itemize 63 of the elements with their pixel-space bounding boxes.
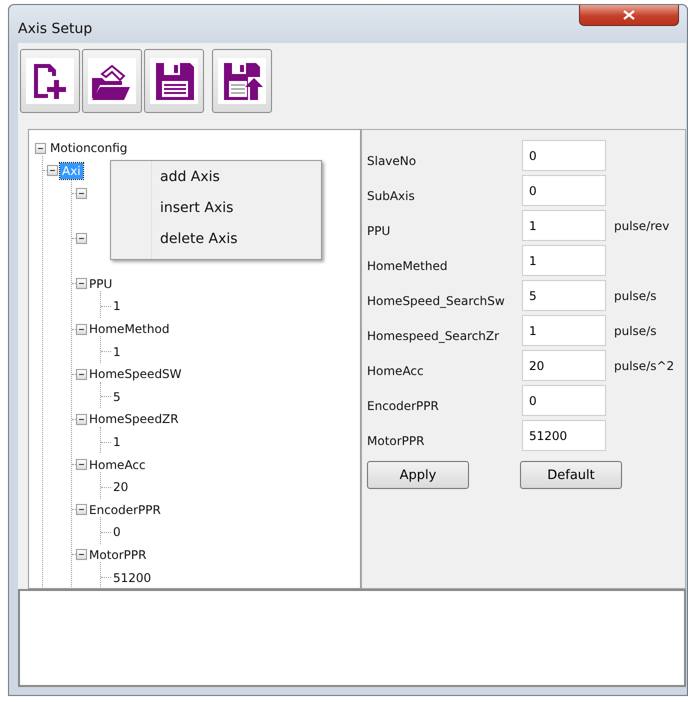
collapse-toggle[interactable]	[76, 414, 87, 425]
save-button[interactable]	[144, 49, 204, 113]
unit-label: pulse/s^2	[613, 358, 676, 372]
window-title: Axis Setup	[18, 21, 92, 37]
collapse-toggle[interactable]	[76, 324, 87, 335]
new-button[interactable]	[20, 49, 80, 113]
input-field[interactable]: 1	[522, 315, 606, 346]
close-icon	[623, 10, 635, 20]
collapse-toggle[interactable]	[76, 233, 87, 244]
tree-item[interactable]: 20	[111, 479, 130, 496]
input-field[interactable]: 51200	[522, 420, 606, 451]
close-button[interactable]	[579, 5, 679, 26]
tree-item[interactable]: 1	[111, 434, 123, 450]
field-label: MotorPPR	[367, 434, 426, 450]
open-button[interactable]	[82, 49, 142, 113]
document-plus-icon	[26, 58, 74, 104]
tree-item[interactable]: 1	[111, 298, 123, 314]
collapse-toggle[interactable]	[76, 278, 87, 290]
tree-item[interactable]: HomeSpeedSW	[87, 366, 184, 382]
tree-item[interactable]: PPU	[87, 276, 114, 292]
folder-icon	[88, 58, 136, 104]
tree-item[interactable]: EncoderPPR	[87, 502, 163, 518]
field-label: PPU	[367, 224, 392, 240]
apply-button[interactable]: Apply	[367, 461, 469, 489]
menu-item[interactable]: delete Axis	[160, 229, 238, 250]
collapse-toggle[interactable]	[76, 504, 87, 516]
export-button[interactable]	[212, 49, 272, 113]
collapse-toggle[interactable]	[76, 549, 87, 560]
input-field[interactable]: 0	[522, 385, 606, 416]
field-label: HomeMethed	[367, 259, 448, 275]
field-label: SubAxis	[367, 189, 416, 205]
unit-label: pulse/s	[613, 288, 658, 302]
tree-item[interactable]: 51200	[111, 570, 154, 586]
field-label: Homespeed_SearchZr	[367, 329, 500, 345]
tree-item[interactable]: HomeAcc	[87, 456, 148, 473]
menu-item[interactable]: add Axis	[160, 167, 238, 188]
collapse-toggle[interactable]	[76, 459, 87, 470]
input-field[interactable]: 0	[522, 140, 606, 171]
input-field[interactable]: 20	[522, 350, 606, 381]
tree-item[interactable]: 1	[111, 344, 123, 360]
tree-item[interactable]: Motionconfig	[48, 140, 130, 156]
unit-label: pulse/rev	[613, 218, 670, 232]
tree-item[interactable]: MotorPPR	[87, 546, 148, 563]
input-field[interactable]: 1	[522, 210, 606, 241]
collapse-toggle[interactable]	[76, 188, 87, 199]
tree-item[interactable]: HomeMethod	[87, 321, 172, 338]
menu-item[interactable]: insert Axis	[160, 198, 238, 219]
output-area[interactable]	[18, 589, 686, 687]
field-label: HomeSpeed_SearchSw	[367, 294, 506, 310]
input-field[interactable]: 1	[522, 245, 606, 276]
tree-item[interactable]: 0	[111, 524, 123, 540]
field-label: HomeAcc	[367, 364, 425, 380]
collapse-toggle[interactable]	[35, 142, 46, 154]
collapse-toggle[interactable]	[47, 165, 58, 176]
collapse-toggle[interactable]	[76, 368, 87, 380]
tree-item[interactable]: 5	[111, 388, 123, 405]
default-button[interactable]: Default	[520, 461, 622, 489]
field-label: SlaveNo	[367, 154, 418, 170]
unit-label: pulse/s	[613, 324, 658, 338]
field-label: EncoderPPR	[367, 399, 440, 415]
input-field[interactable]: 0	[522, 175, 606, 206]
input-field[interactable]: 5	[522, 280, 606, 311]
tree-item[interactable]: HomeSpeedZR	[87, 411, 181, 428]
